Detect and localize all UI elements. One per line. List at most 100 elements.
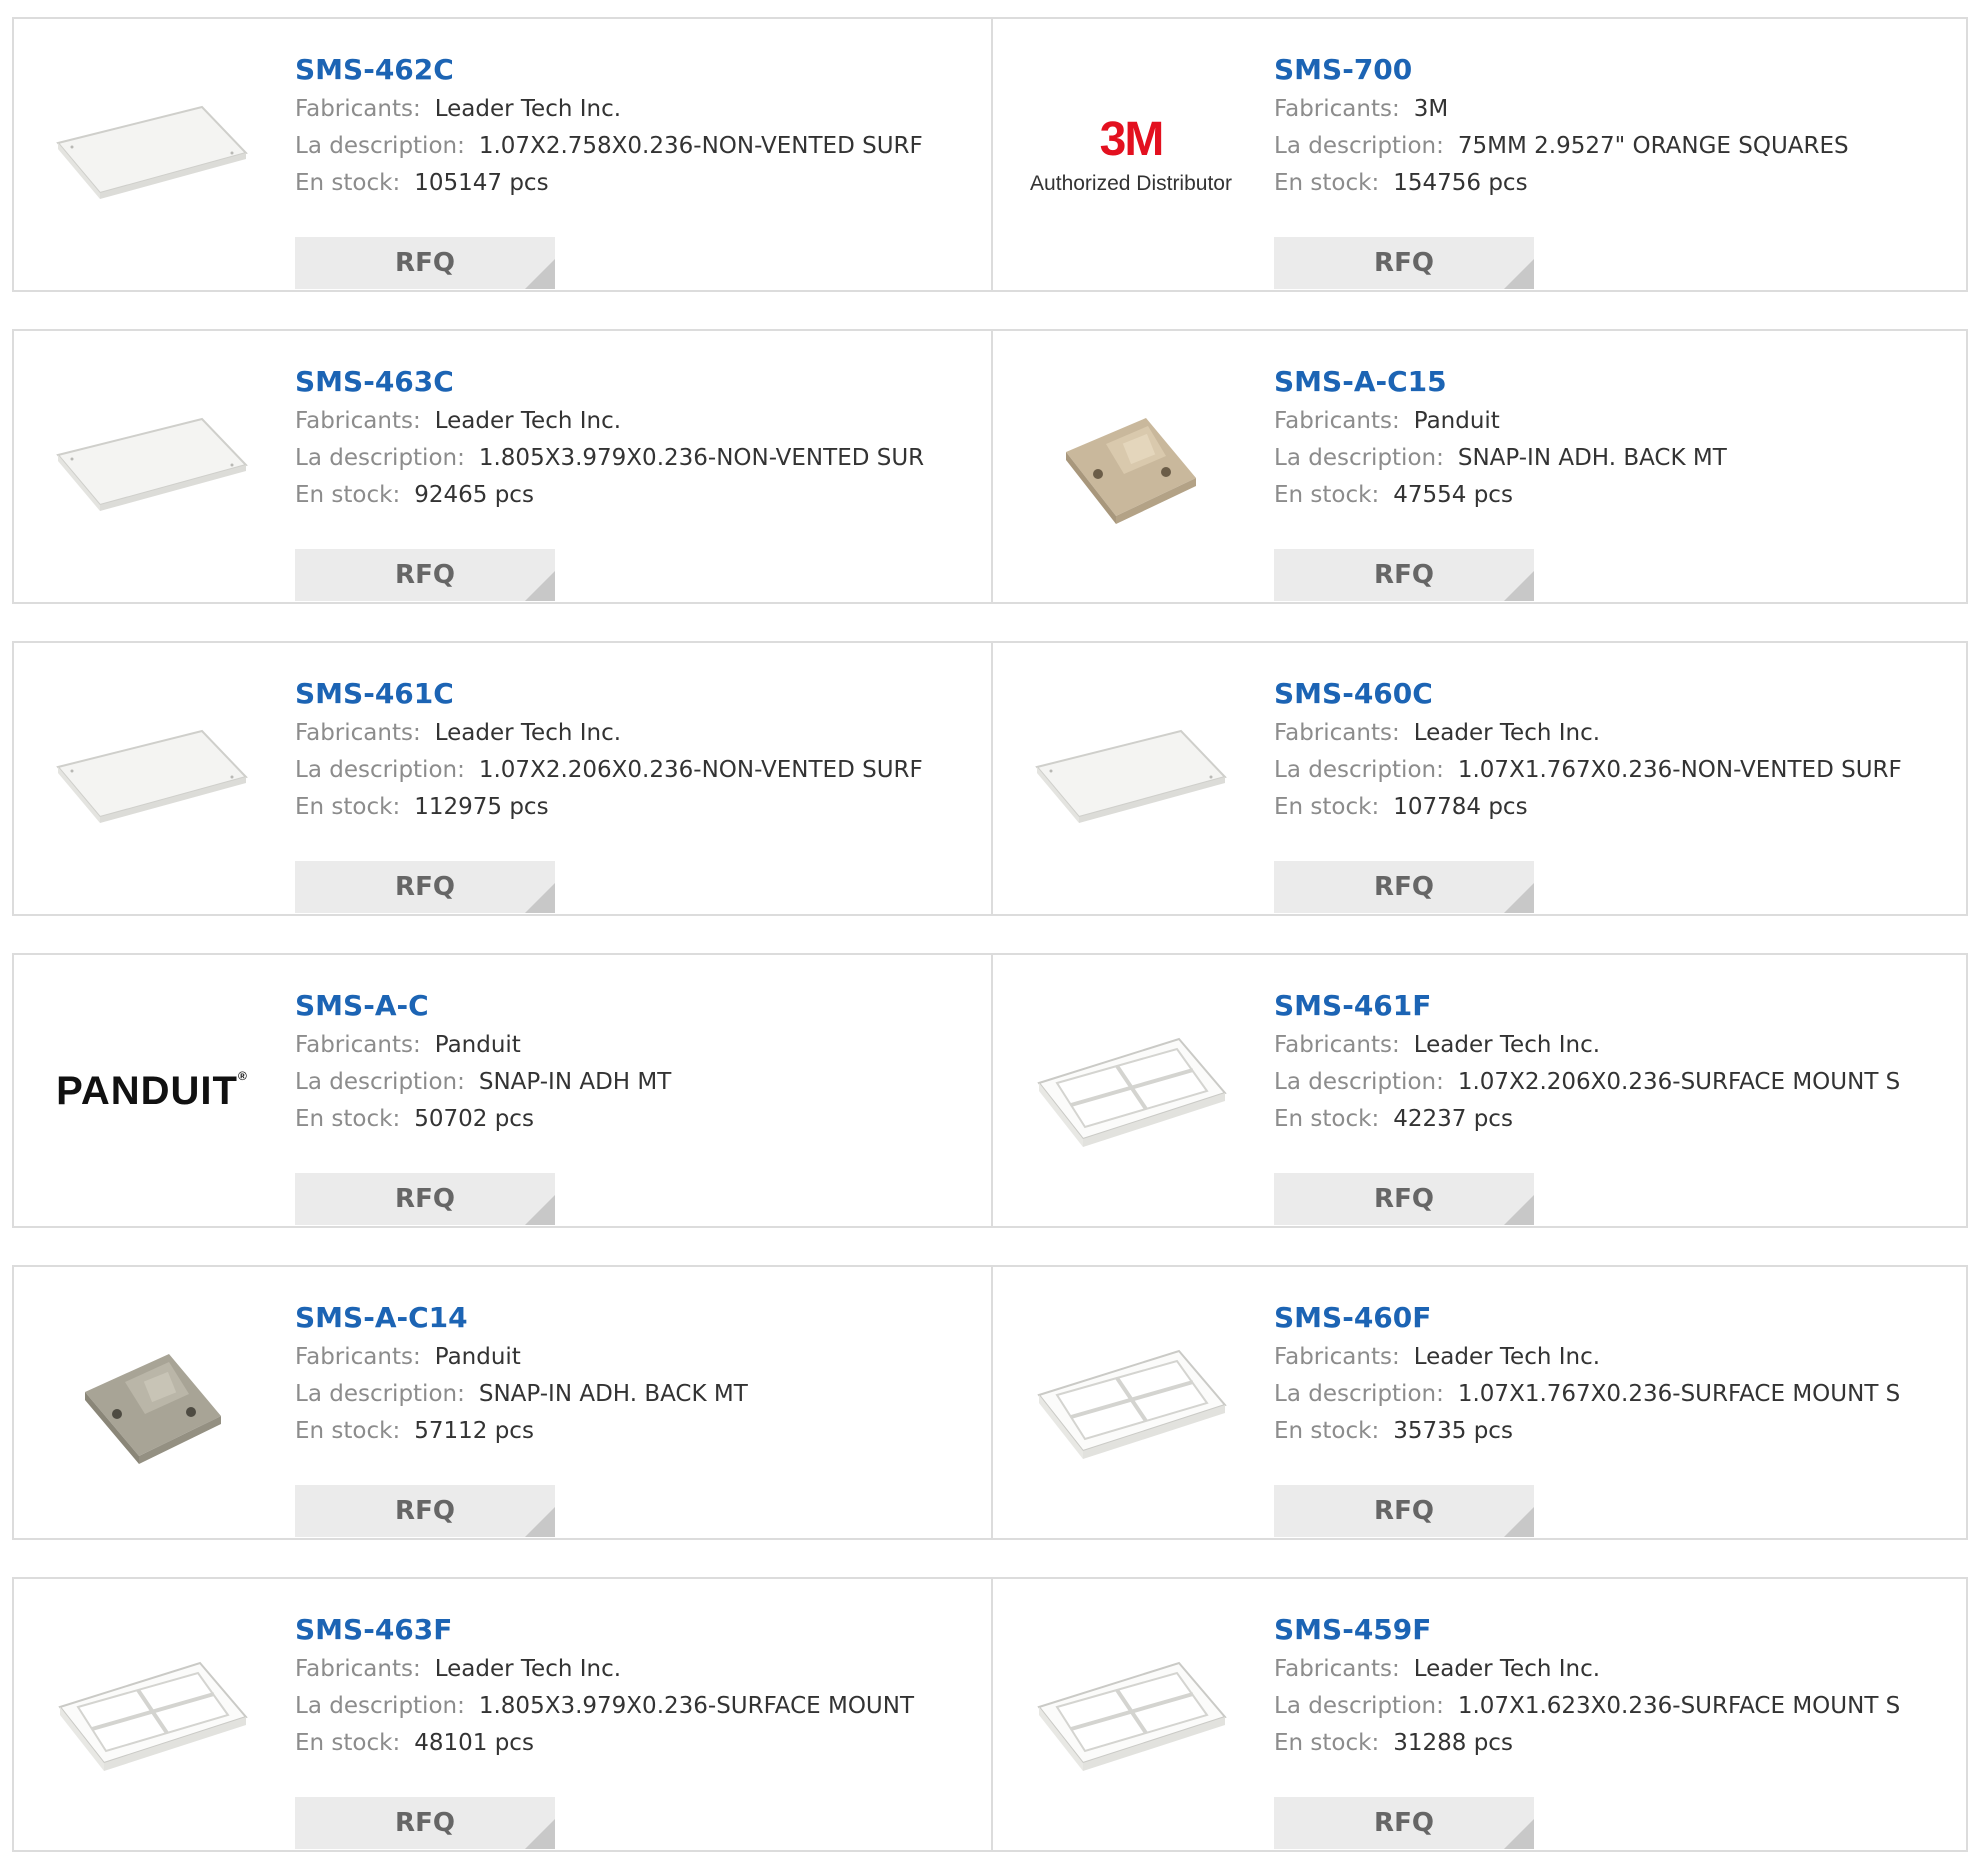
shield-frame-image[interactable] (52, 1615, 252, 1815)
part-number-link[interactable]: SMS-A-C (295, 985, 671, 1027)
product-card: SMS-461C Fabricants: Leader Tech Inc. La … (14, 643, 991, 914)
flat-cover-plate-image[interactable] (52, 367, 252, 567)
rfq-button[interactable]: RFQ (295, 1173, 555, 1225)
rfq-button[interactable]: RFQ (295, 1797, 555, 1849)
rfq-label: RFQ (395, 1808, 455, 1838)
manufacturer-label: Fabricants: (1274, 720, 1400, 746)
product-info: SMS-459F Fabricants: Leader Tech Inc. La … (1274, 1609, 1900, 1849)
panduit-logo-image[interactable]: PANDUIT® (52, 991, 252, 1191)
manufacturer-line: Fabricants: Leader Tech Inc. (295, 403, 924, 440)
product-row: SMS-A-C14 Fabricants: Panduit La descript… (12, 1265, 1968, 1540)
product-row: SMS-461C Fabricants: Leader Tech Inc. La … (12, 641, 1968, 916)
rfq-button[interactable]: RFQ (1274, 1797, 1534, 1849)
rfq-label: RFQ (395, 248, 455, 278)
stock-line: En stock: 154756 pcs (1274, 165, 1849, 202)
manufacturer-line: Fabricants: Leader Tech Inc. (1274, 1651, 1900, 1688)
product-card: SMS-460F Fabricants: Leader Tech Inc. La … (991, 1267, 1968, 1538)
manufacturer-label: Fabricants: (295, 1344, 421, 1370)
manufacturer-line: Fabricants: Panduit (295, 1027, 671, 1064)
rfq-label: RFQ (1374, 1184, 1434, 1214)
part-number-link[interactable]: SMS-461F (1274, 985, 1900, 1027)
description-line: La description: SNAP-IN ADH. BACK MT (1274, 440, 1727, 477)
stock-label: En stock: (295, 1418, 401, 1444)
part-number-link[interactable]: SMS-460F (1274, 1297, 1900, 1339)
product-card: SMS-463F Fabricants: Leader Tech Inc. La … (14, 1579, 991, 1850)
rfq-button[interactable]: RFQ (1274, 237, 1534, 289)
part-number-link[interactable]: SMS-A-C14 (295, 1297, 748, 1339)
part-number-link[interactable]: SMS-463F (295, 1609, 914, 1651)
manufacturer-value: Leader Tech Inc. (1413, 1656, 1601, 1682)
description-value: 1.805X3.979X0.236-SURFACE MOUNT (478, 1693, 915, 1719)
stock-value: 105147 pcs (414, 170, 549, 196)
manufacturer-value: Leader Tech Inc. (434, 1656, 622, 1682)
stock-value: 107784 pcs (1393, 794, 1528, 820)
rfq-label: RFQ (1374, 872, 1434, 902)
part-number-link[interactable]: SMS-459F (1274, 1609, 1900, 1651)
rfq-label: RFQ (1374, 1496, 1434, 1526)
description-label: La description: (295, 133, 465, 159)
stock-line: En stock: 107784 pcs (1274, 789, 1902, 826)
stock-value: 31288 pcs (1393, 1730, 1513, 1756)
shield-frame-image[interactable] (1031, 1303, 1231, 1503)
description-label: La description: (295, 757, 465, 783)
part-number-link[interactable]: SMS-462C (295, 49, 923, 91)
manufacturer-value: Leader Tech Inc. (1413, 1032, 1601, 1058)
stock-value: 42237 pcs (1393, 1106, 1513, 1132)
stock-value: 112975 pcs (414, 794, 549, 820)
flat-cover-plate-image[interactable] (52, 679, 252, 879)
stock-label: En stock: (1274, 1106, 1380, 1132)
product-info: SMS-A-C15 Fabricants: Panduit La descript… (1274, 361, 1727, 601)
description-line: La description: SNAP-IN ADH. BACK MT (295, 1376, 748, 1413)
rfq-button[interactable]: RFQ (1274, 861, 1534, 913)
manufacturer-line: Fabricants: Leader Tech Inc. (295, 1651, 914, 1688)
flat-cover-plate-image[interactable] (52, 55, 252, 255)
manufacturer-label: Fabricants: (295, 1656, 421, 1682)
manufacturer-value: Leader Tech Inc. (434, 720, 622, 746)
rfq-button[interactable]: RFQ (1274, 1173, 1534, 1225)
corner-fold-icon (525, 1819, 555, 1849)
corner-fold-icon (525, 1507, 555, 1537)
description-label: La description: (295, 445, 465, 471)
rfq-button[interactable]: RFQ (1274, 549, 1534, 601)
stock-label: En stock: (295, 1730, 401, 1756)
description-value: 1.805X3.979X0.236-NON-VENTED SUR (478, 445, 925, 471)
manufacturer-value: Leader Tech Inc. (434, 96, 622, 122)
manufacturer-value: Leader Tech Inc. (1413, 1344, 1601, 1370)
product-card: SMS-A-C14 Fabricants: Panduit La descript… (14, 1267, 991, 1538)
rfq-label: RFQ (395, 1496, 455, 1526)
part-number-link[interactable]: SMS-463C (295, 361, 924, 403)
description-label: La description: (1274, 757, 1444, 783)
corner-fold-icon (525, 883, 555, 913)
description-label: La description: (1274, 1693, 1444, 1719)
stock-value: 47554 pcs (1393, 482, 1513, 508)
description-line: La description: 75MM 2.9527" ORANGE SQUAR… (1274, 128, 1849, 165)
product-info: SMS-463C Fabricants: Leader Tech Inc. La … (295, 361, 925, 601)
rfq-button[interactable]: RFQ (1274, 1485, 1534, 1537)
flat-cover-plate-image[interactable] (1031, 679, 1231, 879)
rfq-button[interactable]: RFQ (295, 549, 555, 601)
part-number-link[interactable]: SMS-A-C15 (1274, 361, 1727, 403)
manufacturer-line: Fabricants: Leader Tech Inc. (295, 91, 923, 128)
tie-mount-tan-image[interactable] (1031, 367, 1231, 567)
shield-frame-image[interactable] (1031, 991, 1231, 1191)
rfq-button[interactable]: RFQ (295, 237, 555, 289)
description-label: La description: (1274, 1069, 1444, 1095)
manufacturer-label: Fabricants: (295, 408, 421, 434)
shield-frame-image[interactable] (1031, 1615, 1231, 1815)
3m-logo-image[interactable]: 3M Authorized Distributor (1030, 55, 1232, 255)
rfq-button[interactable]: RFQ (295, 861, 555, 913)
part-number-link[interactable]: SMS-460C (1274, 673, 1902, 715)
part-number-link[interactable]: SMS-461C (295, 673, 923, 715)
rfq-button[interactable]: RFQ (295, 1485, 555, 1537)
rfq-label: RFQ (1374, 248, 1434, 278)
description-value: SNAP-IN ADH MT (478, 1069, 672, 1095)
tie-mount-gray-image[interactable] (52, 1303, 252, 1503)
authorized-distributor-text: Authorized Distributor (1030, 172, 1232, 195)
stock-line: En stock: 42237 pcs (1274, 1101, 1900, 1138)
part-number-link[interactable]: SMS-700 (1274, 49, 1849, 91)
stock-line: En stock: 112975 pcs (295, 789, 923, 826)
corner-fold-icon (1504, 1195, 1534, 1225)
manufacturer-line: Fabricants: Leader Tech Inc. (1274, 1027, 1900, 1064)
description-label: La description: (1274, 445, 1444, 471)
stock-value: 154756 pcs (1393, 170, 1528, 196)
